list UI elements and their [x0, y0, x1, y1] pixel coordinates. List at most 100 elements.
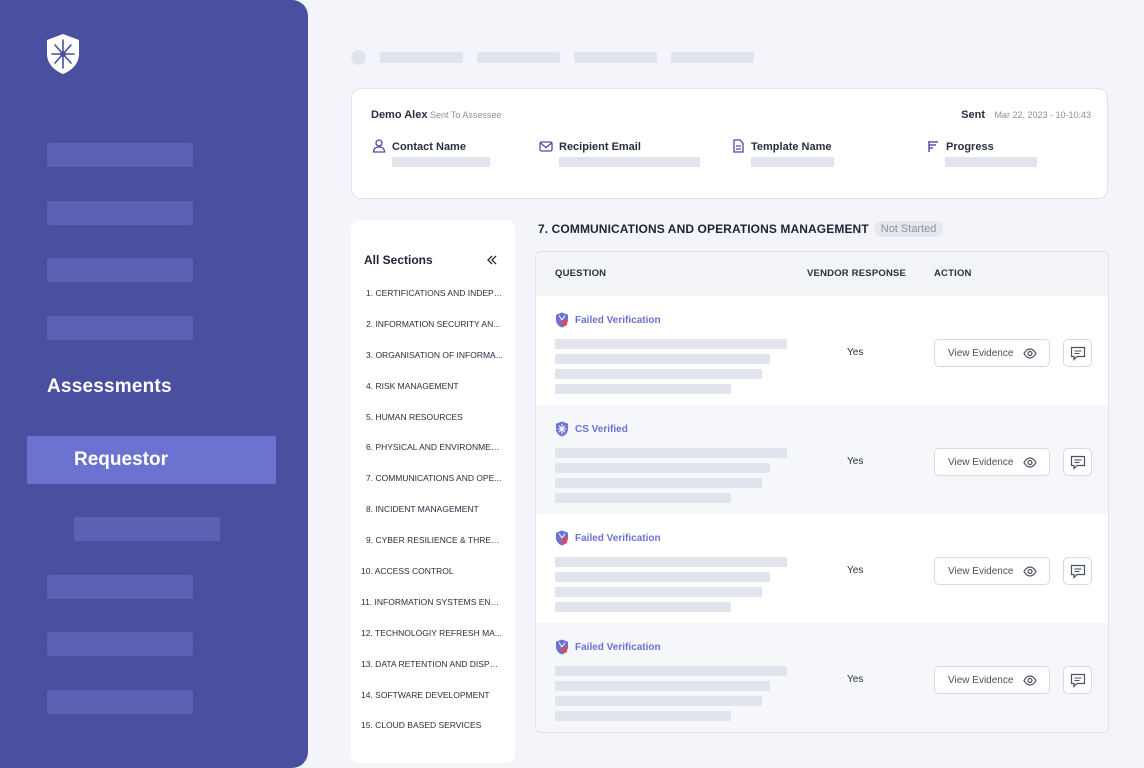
nav-placeholder[interactable]	[47, 143, 193, 167]
section-item[interactable]: 15. CLOUD BASED SERVICES	[351, 710, 515, 741]
mail-icon	[539, 141, 553, 152]
shield-verified-icon	[556, 421, 568, 437]
breadcrumb-placeholder[interactable]	[380, 52, 463, 63]
progress-label: Progress	[946, 141, 994, 153]
progress-value-placeholder	[945, 157, 1037, 167]
template-name-value-placeholder	[751, 157, 834, 167]
nav-item-requestor[interactable]: Requestor	[27, 436, 276, 484]
question-text-placeholder	[555, 354, 770, 364]
nav-placeholder[interactable]	[47, 201, 193, 225]
section-item[interactable]: 10. ACCESS CONTROL	[351, 556, 515, 587]
shield-failed-icon	[556, 639, 568, 655]
sections-list: 1. CERTIFICATIONS AND INDEPE... 2. INFOR…	[351, 278, 515, 741]
contact-name-label: Contact Name	[392, 141, 466, 153]
collapse-chevrons-icon[interactable]	[485, 253, 499, 267]
table-row: Failed Verification Yes View Evidence	[536, 514, 1108, 623]
breadcrumb-placeholder[interactable]	[574, 52, 657, 63]
section-item[interactable]: 12. TECHNOLOGIY REFRESH MA...	[351, 618, 515, 649]
vendor-response: Yes	[847, 347, 864, 358]
comment-button[interactable]	[1063, 448, 1092, 476]
logo-shield-icon[interactable]	[44, 32, 82, 76]
question-text-placeholder	[555, 572, 770, 582]
status-badge: Not Started	[873, 221, 944, 237]
nav-item-label: Requestor	[74, 449, 168, 470]
question-text-placeholder	[555, 463, 770, 473]
comment-button[interactable]	[1063, 557, 1092, 585]
section-item[interactable]: 14. SOFTWARE DEVELOPMENT	[351, 680, 515, 711]
view-evidence-button[interactable]: View Evidence	[934, 666, 1050, 694]
eye-icon	[1023, 348, 1037, 359]
column-header-action: ACTION	[934, 268, 972, 279]
breadcrumb-placeholder[interactable]	[477, 52, 560, 63]
view-evidence-button[interactable]: View Evidence	[934, 448, 1050, 476]
comment-button[interactable]	[1063, 666, 1092, 694]
column-header-vendor-response: VENDOR RESPONSE	[807, 268, 907, 279]
question-text-placeholder	[555, 557, 787, 567]
recipient-email-label: Recipient Email	[559, 141, 641, 153]
nav-placeholder[interactable]	[47, 690, 193, 714]
sections-title: All Sections	[364, 253, 433, 267]
eye-icon	[1023, 457, 1037, 468]
question-text-placeholder	[555, 448, 787, 458]
question-text-placeholder	[555, 681, 770, 691]
table-row: Failed Verification Yes View Evidence	[536, 296, 1108, 405]
verification-status: CS Verified	[555, 421, 628, 437]
recipient-email-value-placeholder	[559, 157, 700, 167]
sidebar: Assessments Requestor	[0, 0, 308, 768]
section-item[interactable]: 4. RISK MANAGEMENT	[351, 371, 515, 402]
verification-label: CS Verified	[575, 423, 628, 435]
section-item[interactable]: 8. INCIDENT MANAGEMENT	[351, 494, 515, 525]
assessment-status: Sent To Assessee	[430, 110, 502, 120]
breadcrumb-placeholder[interactable]	[671, 52, 754, 63]
breadcrumb-home-icon[interactable]	[351, 50, 366, 65]
view-evidence-button[interactable]: View Evidence	[934, 339, 1050, 367]
question-text-placeholder	[555, 666, 787, 676]
comment-button[interactable]	[1063, 339, 1092, 367]
view-evidence-label: View Evidence	[948, 566, 1014, 577]
comment-icon	[1070, 346, 1086, 361]
verification-status: Failed Verification	[555, 639, 661, 655]
user-icon	[372, 139, 386, 153]
question-text-placeholder	[555, 478, 762, 488]
section-item[interactable]: 9. CYBER RESILIENCE & THREAT...	[351, 525, 515, 556]
sent-date: Mar 22, 2023 - 10-10:43	[994, 110, 1091, 120]
vendor-response: Yes	[847, 565, 864, 576]
question-text-placeholder	[555, 369, 762, 379]
sent-label: Sent	[961, 109, 985, 121]
nav-placeholder[interactable]	[47, 632, 193, 656]
nav-placeholder[interactable]	[47, 575, 193, 599]
progress-icon	[928, 141, 938, 152]
eye-icon	[1023, 566, 1037, 577]
table-row: Failed Verification Yes View Evidence	[536, 623, 1108, 732]
section-item[interactable]: 5. HUMAN RESOURCES	[351, 402, 515, 433]
question-text-placeholder	[555, 587, 762, 597]
shield-failed-icon	[556, 530, 568, 546]
questions-table: QUESTION VENDOR RESPONSE ACTION Failed V…	[535, 251, 1109, 733]
view-evidence-label: View Evidence	[948, 675, 1014, 686]
question-text-placeholder	[555, 339, 787, 349]
section-item[interactable]: 1. CERTIFICATIONS AND INDEPE...	[351, 278, 515, 309]
view-evidence-button[interactable]: View Evidence	[934, 557, 1050, 585]
verification-label: Failed Verification	[575, 532, 661, 544]
vendor-response: Yes	[847, 456, 864, 467]
comment-icon	[1070, 564, 1086, 579]
section-item[interactable]: 2. INFORMATION SECURITY AN...	[351, 309, 515, 340]
nav-subitem-placeholder[interactable]	[74, 517, 220, 541]
nav-placeholder[interactable]	[47, 316, 193, 340]
question-text-placeholder	[555, 696, 762, 706]
nav-placeholder[interactable]	[47, 258, 193, 282]
section-item[interactable]: 13. DATA RETENTION AND DISPO...	[351, 649, 515, 680]
comment-icon	[1070, 455, 1086, 470]
question-text-placeholder	[555, 602, 731, 612]
section-item[interactable]: 6. PHYSICAL AND ENVIRONMEN...	[351, 432, 515, 463]
section-item[interactable]: 3. ORGANISATION OF INFORMA...	[351, 340, 515, 371]
question-text-placeholder	[555, 493, 731, 503]
section-item[interactable]: 11. INFORMATION SYSTEMS ENVI...	[351, 587, 515, 618]
vendor-response: Yes	[847, 674, 864, 685]
table-header: QUESTION VENDOR RESPONSE ACTION	[536, 252, 1108, 296]
question-text-placeholder	[555, 384, 731, 394]
verification-label: Failed Verification	[575, 641, 661, 653]
verification-status: Failed Verification	[555, 530, 661, 546]
nav-heading-assessments[interactable]: Assessments	[47, 376, 172, 398]
section-item[interactable]: 7. COMMUNICATIONS AND OPE...	[351, 463, 515, 494]
